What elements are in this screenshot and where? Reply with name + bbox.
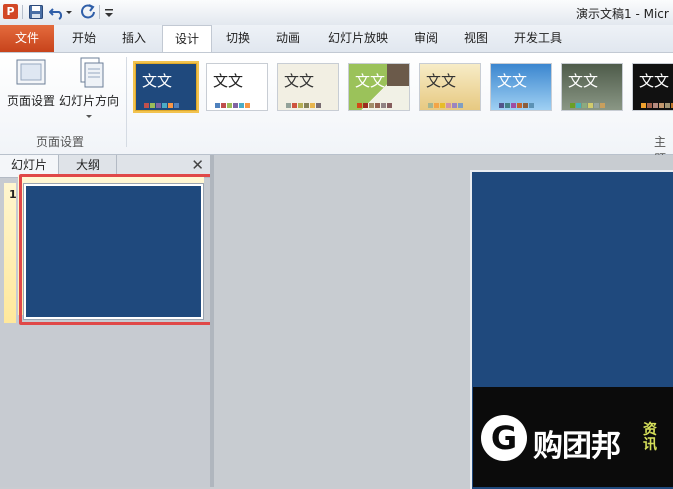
theme-sample-text: 文文: [355, 72, 386, 90]
theme-color-swatches: [570, 97, 612, 108]
theme-sample-text: 文文: [639, 72, 670, 90]
save-icon[interactable]: [28, 4, 44, 20]
tab-slideshow[interactable]: 幻灯片放映: [320, 25, 396, 52]
powerpoint-app-icon[interactable]: P: [3, 4, 18, 19]
theme-color-swatches: [286, 97, 328, 108]
theme-black[interactable]: 文文: [632, 63, 673, 111]
undo-dropdown-icon[interactable]: [65, 4, 73, 20]
theme-color-swatches: [428, 97, 470, 108]
tab-animations[interactable]: 动画: [266, 25, 310, 52]
theme-sample-text: 文文: [213, 72, 244, 90]
tab-home[interactable]: 开始: [62, 25, 106, 52]
title-bar: P 演示文稿1 - Micr: [0, 0, 673, 26]
group-separator: [126, 57, 127, 147]
theme-accent-block: [387, 64, 409, 86]
qat-separator: [22, 5, 23, 19]
ribbon-design-panel: 页面设置 幻灯片方向 页面设置 文文 文文 文文 文文 文文 文文 文文 文文 …: [0, 52, 673, 166]
chevron-down-icon: [86, 115, 92, 118]
tab-transitions[interactable]: 切换: [216, 25, 260, 52]
theme-color-swatches: [641, 97, 673, 108]
slide-orientation-label: 幻灯片方向: [58, 94, 119, 108]
theme-cream[interactable]: 文文: [277, 63, 339, 111]
tab-insert[interactable]: 插入: [112, 25, 156, 52]
watermark-subtext: 资讯: [643, 422, 657, 453]
watermark-logo: G 购团邦 资讯: [473, 387, 673, 487]
theme-office-blue[interactable]: 文文: [133, 61, 199, 113]
page-setup-label: 页面设置: [6, 94, 55, 108]
theme-white[interactable]: 文文: [206, 63, 268, 111]
watermark-text: 购团邦: [533, 429, 621, 464]
page-setup-icon: [16, 59, 46, 85]
theme-color-swatches: [499, 97, 541, 108]
theme-color-swatches: [144, 97, 186, 108]
theme-color-swatches: [357, 97, 399, 108]
customize-qat-icon[interactable]: [104, 4, 114, 20]
theme-color-swatches: [215, 97, 257, 108]
qat-separator: [99, 5, 100, 19]
close-icon[interactable]: ✕: [191, 156, 204, 174]
theme-sample-text: 文文: [497, 72, 528, 90]
theme-green[interactable]: 文文: [348, 63, 410, 111]
slide-orientation-button[interactable]: 幻灯片方向: [58, 57, 120, 123]
redo-icon[interactable]: [80, 4, 96, 20]
ribbon-tab-row: 文件 开始 插入 设计 切换 动画 幻灯片放映 审阅 视图 开发工具: [0, 25, 673, 53]
slide-selection-marker: [4, 183, 16, 323]
theme-sample-text: 文文: [426, 72, 457, 90]
watermark-g-icon: G: [481, 415, 527, 461]
group-label-page-setup: 页面设置: [36, 135, 85, 149]
slide-orientation-icon: [80, 57, 104, 88]
theme-sky[interactable]: 文文: [490, 63, 552, 111]
annotation-highlight-box: [19, 174, 216, 325]
tab-file[interactable]: 文件: [0, 25, 54, 52]
slide-number: 1: [9, 188, 17, 201]
theme-sample-text: 文文: [284, 72, 315, 90]
undo-icon[interactable]: [49, 4, 65, 20]
tab-design[interactable]: 设计: [162, 25, 212, 53]
window-title: 演示文稿1 - Micr: [576, 7, 669, 21]
page-setup-button[interactable]: 页面设置: [4, 57, 58, 113]
tab-developer[interactable]: 开发工具: [506, 25, 570, 52]
tab-view[interactable]: 视图: [454, 25, 498, 52]
theme-sample-text: 文文: [142, 72, 173, 90]
theme-tan[interactable]: 文文: [419, 63, 481, 111]
theme-gray-green[interactable]: 文文: [561, 63, 623, 111]
theme-sample-text: 文文: [568, 72, 599, 90]
tab-review[interactable]: 审阅: [404, 25, 448, 52]
